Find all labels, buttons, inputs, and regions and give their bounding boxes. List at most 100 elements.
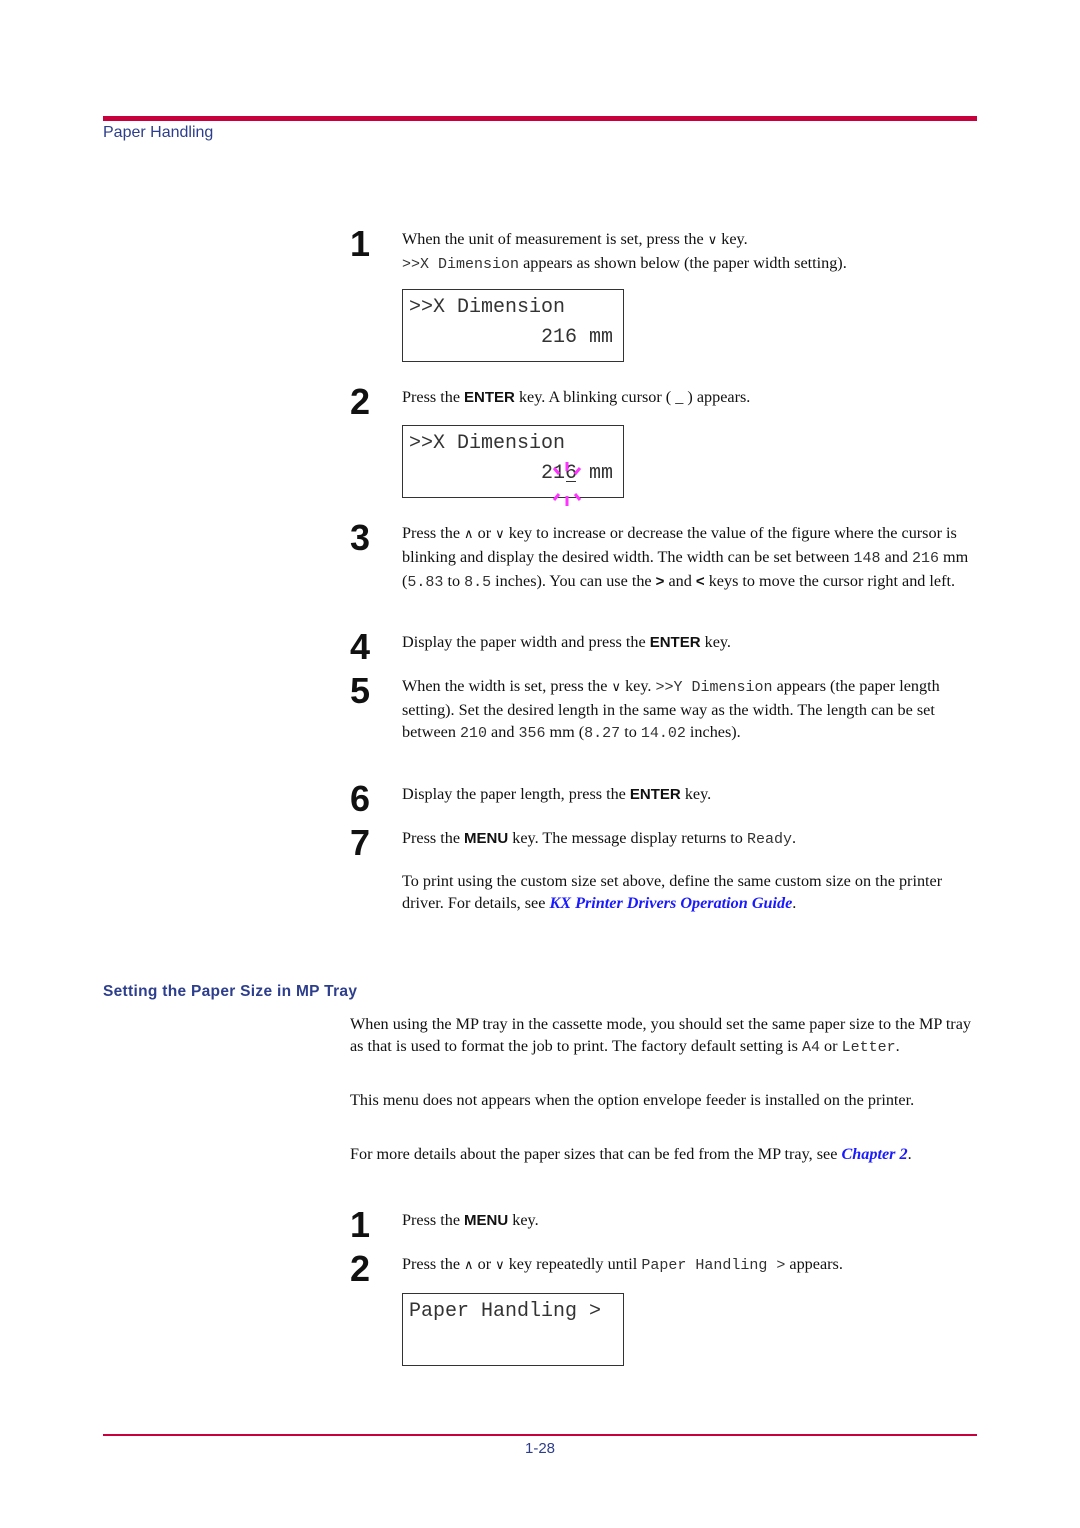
value: 8.5 [464,574,492,591]
text: or [819,1037,842,1055]
text: When the unit of measurement is set, pre… [402,230,708,248]
key-name: MENU [464,1212,509,1229]
lcd-message: >>Y Dimension [655,679,773,696]
text: For more details about the paper sizes t… [350,1145,842,1163]
step-number: 3 [350,517,371,558]
text: Display the paper width and press the [402,633,650,651]
lcd-line-1: Paper Handling > [409,1300,602,1323]
step-text: Press the MENU key. The message display … [402,827,982,851]
down-arrow-key-icon: ∨ [611,680,622,695]
text: Press the [402,524,465,542]
text: . [791,829,796,847]
text: Press the [402,388,465,406]
left-key-icon: < [695,573,705,590]
text: and [880,548,912,566]
lcd-line-1: >>X Dimension [409,296,566,319]
value: 5.83 [407,574,444,591]
lcd-message: Ready [746,831,792,848]
step-text: When the unit of measurement is set, pre… [402,228,982,276]
kx-printer-drivers-link[interactable]: KX Printer Drivers Operation Guide [549,894,792,912]
section-heading: Setting the Paper Size in MP Tray [103,983,358,1000]
text: and [664,572,696,590]
step-text: Display the paper length, press the ENTE… [402,783,982,806]
key-name: ENTER [629,786,681,803]
step-number: 1 [350,223,371,264]
custom-size-note: To print using the custom size set above… [402,870,982,914]
key-name: ENTER [649,634,701,651]
text: key. [700,633,731,651]
blinking-cursor-icon [552,462,582,506]
step-text: Press the MENU key. [402,1209,982,1232]
text: key. [717,230,748,248]
step-number: 5 [350,670,371,711]
text: Press the [402,829,465,847]
text: . [907,1145,912,1163]
text: key. [621,677,656,695]
text: . [895,1037,900,1055]
value: 14.02 [640,725,686,742]
section-paragraph-3: For more details about the paper sizes t… [350,1143,980,1165]
down-arrow-key-icon: ∨ [495,527,505,542]
up-arrow-key-icon: ∧ [464,1258,474,1273]
lcd-message: Paper Handling > [641,1257,786,1274]
step-text: Display the paper width and press the EN… [402,631,982,654]
text: Display the paper length, press the [402,785,630,803]
header-rule [103,116,977,121]
step-number: 2 [350,381,371,422]
text: . [792,894,797,912]
up-arrow-key-icon: ∧ [464,527,474,542]
lcd-display-x-dimension-cursor: >>X Dimension 216 mm [402,425,624,498]
text: mm ( [545,723,585,741]
running-header: Paper Handling [103,124,214,141]
step-text: Press the ∧ or ∨ key to increase or decr… [402,522,982,594]
lcd-line-2: 216 mm [541,326,613,349]
footer-rule [103,1434,977,1436]
lcd-message: >>X Dimension [402,256,520,273]
lcd-unit: mm [576,326,613,349]
value: 148 [853,550,881,567]
step-text: Press the ENTER key. A blinking cursor (… [402,386,982,409]
lcd-display-x-dimension: >>X Dimension 216 mm [402,289,624,362]
text: appears. [785,1255,843,1273]
text: key. [680,785,712,803]
key-name: ENTER [464,389,515,406]
down-arrow-key-icon: ∨ [707,233,718,248]
section-paragraph-1: When using the MP tray in the cassette m… [350,1013,980,1059]
text: to [443,572,465,590]
text: and [487,723,519,741]
text: inches). [685,723,741,741]
text: key repeatedly until [504,1255,642,1273]
down-arrow-key-icon: ∨ [495,1258,505,1273]
section-paragraph-2: This menu does not appears when the opti… [350,1091,915,1109]
value: A4 [801,1039,820,1056]
text: to [620,723,641,741]
lcd-display-paper-handling: Paper Handling > [402,1293,624,1366]
lcd-line-1: >>X Dimension [409,432,566,455]
text: or [473,524,496,542]
value: 8.27 [584,725,621,742]
step-number: 2 [350,1248,371,1289]
text: appears as shown below (the paper width … [519,254,847,272]
step-number: 1 [350,1204,371,1245]
text: key. A blinking cursor ( _ ) appears. [514,388,751,406]
step-number: 6 [350,778,371,819]
page-number: 1-28 [524,1440,556,1457]
lcd-value: 216 [540,326,577,349]
value: 210 [459,725,487,742]
step-text: Press the ∧ or ∨ key repeatedly until Pa… [402,1253,982,1277]
text: or [473,1255,496,1273]
text: Press the [402,1255,465,1273]
text: key. The message display returns to [508,829,747,847]
key-name: MENU [464,830,509,847]
text: key. [508,1211,539,1229]
text: When the width is set, press the [402,677,612,695]
value: Letter [841,1039,896,1056]
text: keys to move the cursor right and left. [704,572,956,590]
step-number: 7 [350,822,371,863]
text: Press the [402,1211,465,1229]
value: 216 [911,550,939,567]
step-number: 4 [350,626,371,667]
text: inches). You can use the [491,572,656,590]
step-text: When the width is set, press the ∨ key. … [402,675,982,745]
chapter-2-link[interactable]: Chapter 2 [841,1145,907,1163]
